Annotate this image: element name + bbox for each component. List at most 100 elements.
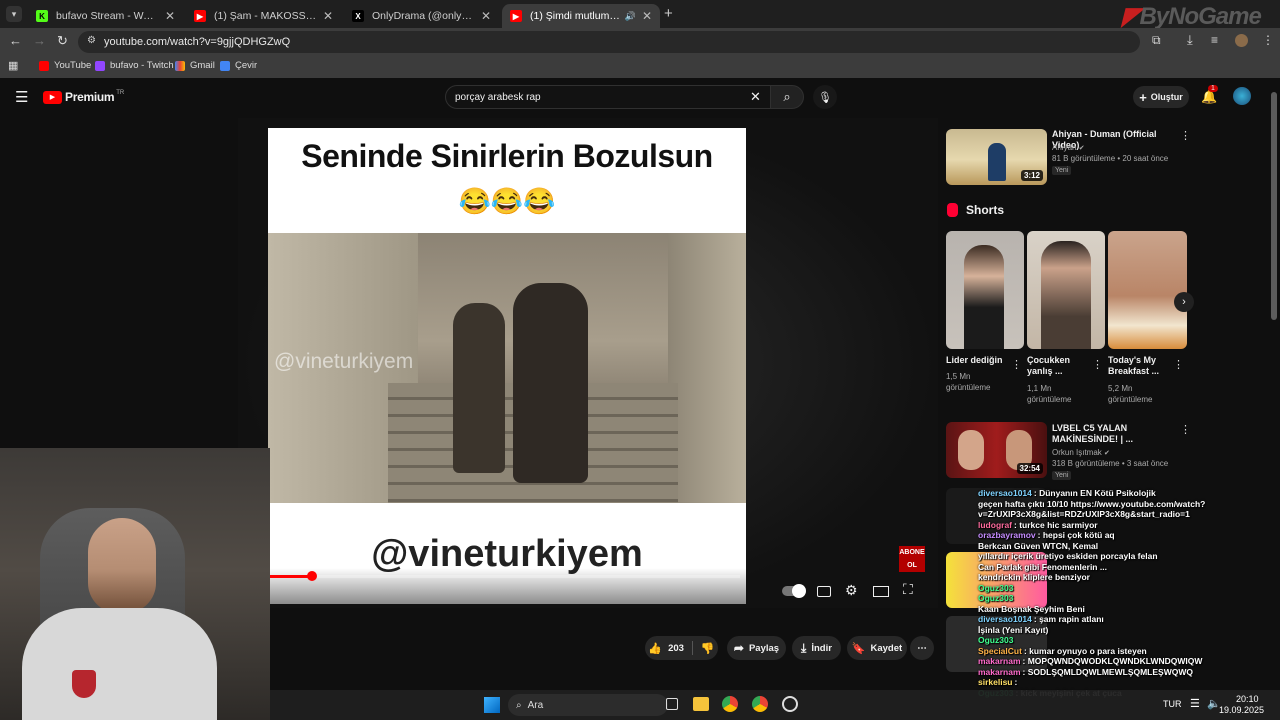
close-tab-icon[interactable]: ✕: [481, 9, 491, 23]
bookmark-twitch[interactable]: bufavo - Twitch: [95, 60, 174, 71]
youtube-logo[interactable]: ▶ Premium TR: [43, 90, 124, 104]
video-player[interactable]: Seninde Sinirlerin Bozulsun 😂😂😂 @vinetur…: [268, 128, 746, 604]
more-options-icon[interactable]: ⋮: [1011, 358, 1022, 371]
more-options-icon[interactable]: ⋮: [1180, 129, 1191, 142]
apps-grid-icon[interactable]: ▦: [8, 59, 18, 72]
browser-tab[interactable]: K bufavo Stream - Watch Live on ✕: [28, 4, 183, 28]
windows-start-icon[interactable]: [484, 697, 500, 713]
shorts-heading: Shorts: [947, 203, 1004, 217]
create-button[interactable]: + Oluştur: [1133, 86, 1189, 108]
tab-search-dropdown[interactable]: ▾: [6, 6, 22, 22]
progress-bar[interactable]: [270, 575, 740, 578]
clock-date[interactable]: 19.09.2025: [1219, 705, 1264, 715]
video-duration: 32:54: [1016, 463, 1043, 474]
taskbar-search[interactable]: ⌕ Ara: [508, 694, 668, 716]
short-views: 1,1 Mn: [1027, 384, 1052, 393]
close-tab-icon[interactable]: ✕: [165, 9, 175, 23]
forward-icon[interactable]: →: [33, 33, 46, 48]
clock-time[interactable]: 20:10: [1236, 694, 1259, 704]
theater-mode-icon[interactable]: [873, 586, 889, 597]
share-icon: ➦: [733, 641, 744, 655]
chat-message: ludograf: turkce hic sarmiyor: [978, 520, 1098, 531]
chrome-icon[interactable]: [722, 696, 738, 712]
watermark-mark-icon: ◤: [1122, 3, 1140, 30]
account-avatar[interactable]: [1233, 87, 1251, 105]
bookmark-gmail[interactable]: Gmail: [175, 60, 215, 71]
save-button[interactable]: 🔖 Kaydet: [847, 636, 907, 660]
video-meta: 318 B görüntüleme • 3 saat önce: [1052, 459, 1169, 468]
language-indicator[interactable]: TUR: [1163, 699, 1182, 709]
streamer-shirt: [22, 608, 217, 720]
short-thumbnail[interactable]: [1108, 231, 1187, 349]
autoplay-toggle[interactable]: [782, 584, 806, 598]
more-options-icon[interactable]: ⋮: [1092, 358, 1103, 371]
short-title[interactable]: Today's My Breakfast ...: [1108, 355, 1170, 377]
browser-tab-active[interactable]: ▶ (1) Şimdi mutlumusun Söyl 🔊 ✕: [502, 4, 660, 28]
bookmark-youtube[interactable]: YouTube: [39, 60, 91, 71]
chat-text: : MOPQWNDQWODKLQWNDKLWNDQWIQW: [1022, 656, 1203, 666]
chrome-icon-active[interactable]: [752, 696, 768, 712]
search-icon: ⌕: [516, 699, 522, 711]
subtitles-icon[interactable]: [817, 586, 831, 597]
video-title[interactable]: LVBEL C5 YALAN MAKİNESİNDE! | ...: [1052, 423, 1177, 445]
more-options-icon[interactable]: ⋮: [1180, 423, 1191, 436]
chat-message: geçen hafta çıktı 10/10 https://www.yout…: [978, 499, 1205, 510]
browser-menu-icon[interactable]: ⋮: [1262, 33, 1274, 47]
video-thumbnail[interactable]: 3:12: [946, 129, 1047, 185]
file-explorer-icon[interactable]: [693, 697, 709, 711]
search-button[interactable]: ⌕: [770, 85, 804, 109]
browser-tab[interactable]: X OnlyDrama (@onlydramaX) / X ✕: [344, 4, 499, 28]
chat-message: makarnam: SODLŞQMLDQWLMEWLŞQMLEŞWQWQ: [978, 667, 1193, 678]
video-thumbnail[interactable]: 32:54: [946, 422, 1047, 478]
chat-text: geçen hafta çıktı 10/10 https://www.yout…: [978, 498, 1206, 509]
network-icon[interactable]: ☰: [1190, 697, 1200, 710]
hamburger-menu-icon[interactable]: ☰: [15, 88, 28, 106]
more-options-icon[interactable]: ⋮: [1173, 358, 1184, 371]
more-actions-button[interactable]: ⋯: [910, 636, 934, 660]
channel-name[interactable]: Ahiyan ✔: [1052, 143, 1085, 154]
twitch-favicon-icon: [95, 60, 105, 71]
task-view-icon[interactable]: [666, 698, 678, 710]
thumbs-down-icon[interactable]: 👎: [701, 642, 715, 655]
search-box[interactable]: porçay arabesk rap ✕: [445, 85, 771, 109]
short-title[interactable]: Çocukken yanlış ...: [1027, 355, 1087, 377]
site-info-icon[interactable]: ⚙: [87, 35, 96, 46]
address-bar[interactable]: ⚙ youtube.com/watch?v=9gjjQDHGZwQ: [78, 31, 1140, 53]
fullscreen-icon[interactable]: ⛶: [903, 581, 913, 598]
like-button[interactable]: 👍 203 👎: [645, 636, 718, 660]
new-badge: Yeni: [1052, 166, 1072, 175]
voice-search-button[interactable]: 🎙: [813, 85, 837, 109]
notifications-button[interactable]: 🔔 1: [1201, 85, 1218, 106]
back-icon[interactable]: ←: [9, 33, 22, 48]
short-thumbnail[interactable]: [1027, 231, 1105, 349]
share-button[interactable]: ➦ Paylaş: [727, 636, 786, 660]
bookmark-translate[interactable]: Çevir: [220, 60, 257, 71]
browser-tab[interactable]: ▶ (1) Şam - MAKOSSA ft. Dila Bah ✕: [186, 4, 341, 28]
download-icon[interactable]: ⤓: [1187, 32, 1193, 48]
bookmark-icon: 🔖: [851, 642, 866, 655]
chat-text: yıllardır içerik üretiyo eskiden porcayl…: [978, 551, 1158, 561]
short-title[interactable]: Lider dediğin: [946, 355, 1010, 366]
download-button[interactable]: ⤓ İndir: [792, 636, 841, 660]
settings-gear-icon[interactable]: ⚙: [845, 582, 858, 599]
profile-avatar[interactable]: [1235, 34, 1248, 47]
close-tab-icon[interactable]: ✕: [642, 9, 652, 23]
reload-icon[interactable]: ↻: [57, 33, 68, 49]
page-scrollbar[interactable]: [1271, 92, 1277, 320]
channel-name[interactable]: Orkun Işıtmak ✔: [1052, 448, 1110, 459]
wall-right: [668, 233, 746, 503]
new-badge: Yeni: [1052, 471, 1072, 480]
speaker-icon[interactable]: 🔊: [625, 11, 636, 22]
recording-app-icon[interactable]: [782, 696, 798, 712]
chat-text: Şeyhim Beni: [1033, 603, 1085, 614]
clear-search-icon[interactable]: ✕: [750, 89, 761, 105]
new-tab-button[interactable]: +: [664, 5, 673, 22]
extensions-icon[interactable]: ⧉: [1152, 33, 1161, 48]
shorts-next-button[interactable]: ›: [1174, 292, 1194, 312]
tab-title: bufavo Stream - Watch Live on: [56, 10, 159, 22]
close-tab-icon[interactable]: ✕: [323, 9, 333, 23]
translate-favicon-icon: [220, 60, 230, 71]
search-input[interactable]: porçay arabesk rap: [455, 92, 541, 103]
short-thumbnail[interactable]: [946, 231, 1024, 349]
media-control-icon[interactable]: ≡: [1211, 33, 1218, 47]
